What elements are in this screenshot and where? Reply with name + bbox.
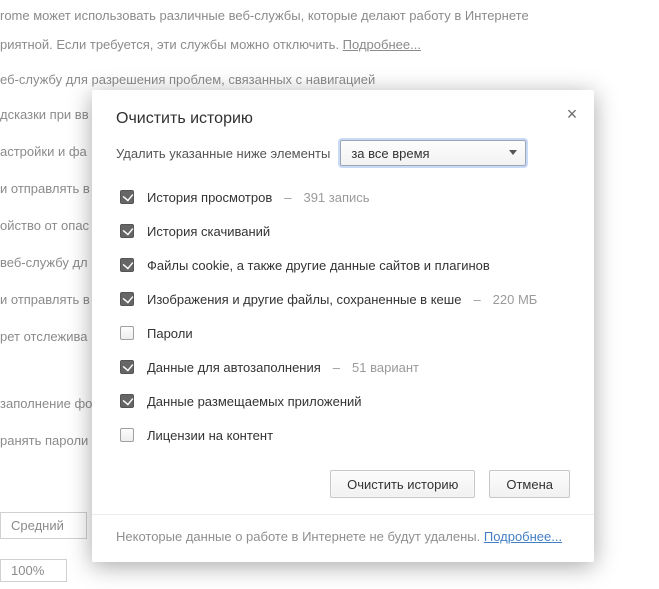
- clear-option-row: Данные размещаемых приложений: [116, 384, 570, 418]
- bg-text: риятной. Если требуется, эти службы можн…: [0, 37, 659, 52]
- option-label: Данные для автозаполнения: [147, 360, 321, 375]
- option-label: Изображения и другие файлы, сохраненные …: [147, 292, 461, 307]
- clear-option-row: Пароли: [116, 316, 570, 350]
- clear-option-row: Лицензии на контент: [116, 418, 570, 452]
- option-checkbox[interactable]: [120, 258, 134, 272]
- option-checkbox[interactable]: [120, 190, 134, 204]
- clear-history-dialog: Очистить историю × Удалить указанные ниж…: [92, 90, 594, 562]
- clear-options-list: История просмотров–391 записьИстория ска…: [92, 176, 594, 460]
- font-size-select[interactable]: Средний: [0, 512, 87, 539]
- option-checkbox[interactable]: [120, 326, 134, 340]
- option-checkbox[interactable]: [120, 428, 134, 442]
- clear-option-row: История скачиваний: [116, 214, 570, 248]
- footer-note: Некоторые данные о работе в Интернете не…: [92, 514, 594, 562]
- option-label: Пароли: [147, 326, 193, 341]
- option-label: История просмотров: [147, 190, 272, 205]
- clear-option-row: Изображения и другие файлы, сохраненные …: [116, 282, 570, 316]
- option-label: История скачиваний: [147, 224, 270, 239]
- clear-option-row: Данные для автозаполнения–51 вариант: [116, 350, 570, 384]
- option-checkbox[interactable]: [120, 360, 134, 374]
- option-hint: 51 вариант: [352, 360, 419, 375]
- dialog-title: Очистить историю: [116, 110, 570, 128]
- option-hint: 220 МБ: [493, 292, 538, 307]
- option-label: Файлы cookie, а также другие данные сайт…: [147, 258, 490, 273]
- option-checkbox[interactable]: [120, 394, 134, 408]
- option-checkbox[interactable]: [120, 224, 134, 238]
- zoom-select[interactable]: 100%: [0, 559, 67, 582]
- clear-history-button[interactable]: Очистить историю: [330, 470, 475, 498]
- time-range-value: за все время: [351, 146, 429, 161]
- separator: –: [473, 292, 480, 307]
- learn-more-link[interactable]: Подробнее...: [484, 529, 562, 544]
- chevron-down-icon: [509, 150, 517, 155]
- option-checkbox[interactable]: [120, 292, 134, 306]
- close-icon[interactable]: ×: [562, 104, 582, 124]
- time-range-dropdown[interactable]: за все время: [340, 140, 526, 166]
- option-hint: 391 запись: [303, 190, 369, 205]
- option-label: Данные размещаемых приложений: [147, 394, 362, 409]
- bg-text: еб-службу для разрешения проблем, связан…: [0, 72, 659, 87]
- separator: –: [333, 360, 340, 375]
- bg-text: rome может использовать различные веб-сл…: [0, 8, 659, 23]
- option-label: Лицензии на контент: [147, 428, 273, 443]
- learn-more-link[interactable]: Подробнее...: [343, 37, 421, 52]
- cancel-button[interactable]: Отмена: [489, 470, 570, 498]
- separator: –: [284, 190, 291, 205]
- range-label: Удалить указанные ниже элементы: [116, 146, 330, 161]
- clear-option-row: Файлы cookie, а также другие данные сайт…: [116, 248, 570, 282]
- clear-option-row: История просмотров–391 запись: [116, 180, 570, 214]
